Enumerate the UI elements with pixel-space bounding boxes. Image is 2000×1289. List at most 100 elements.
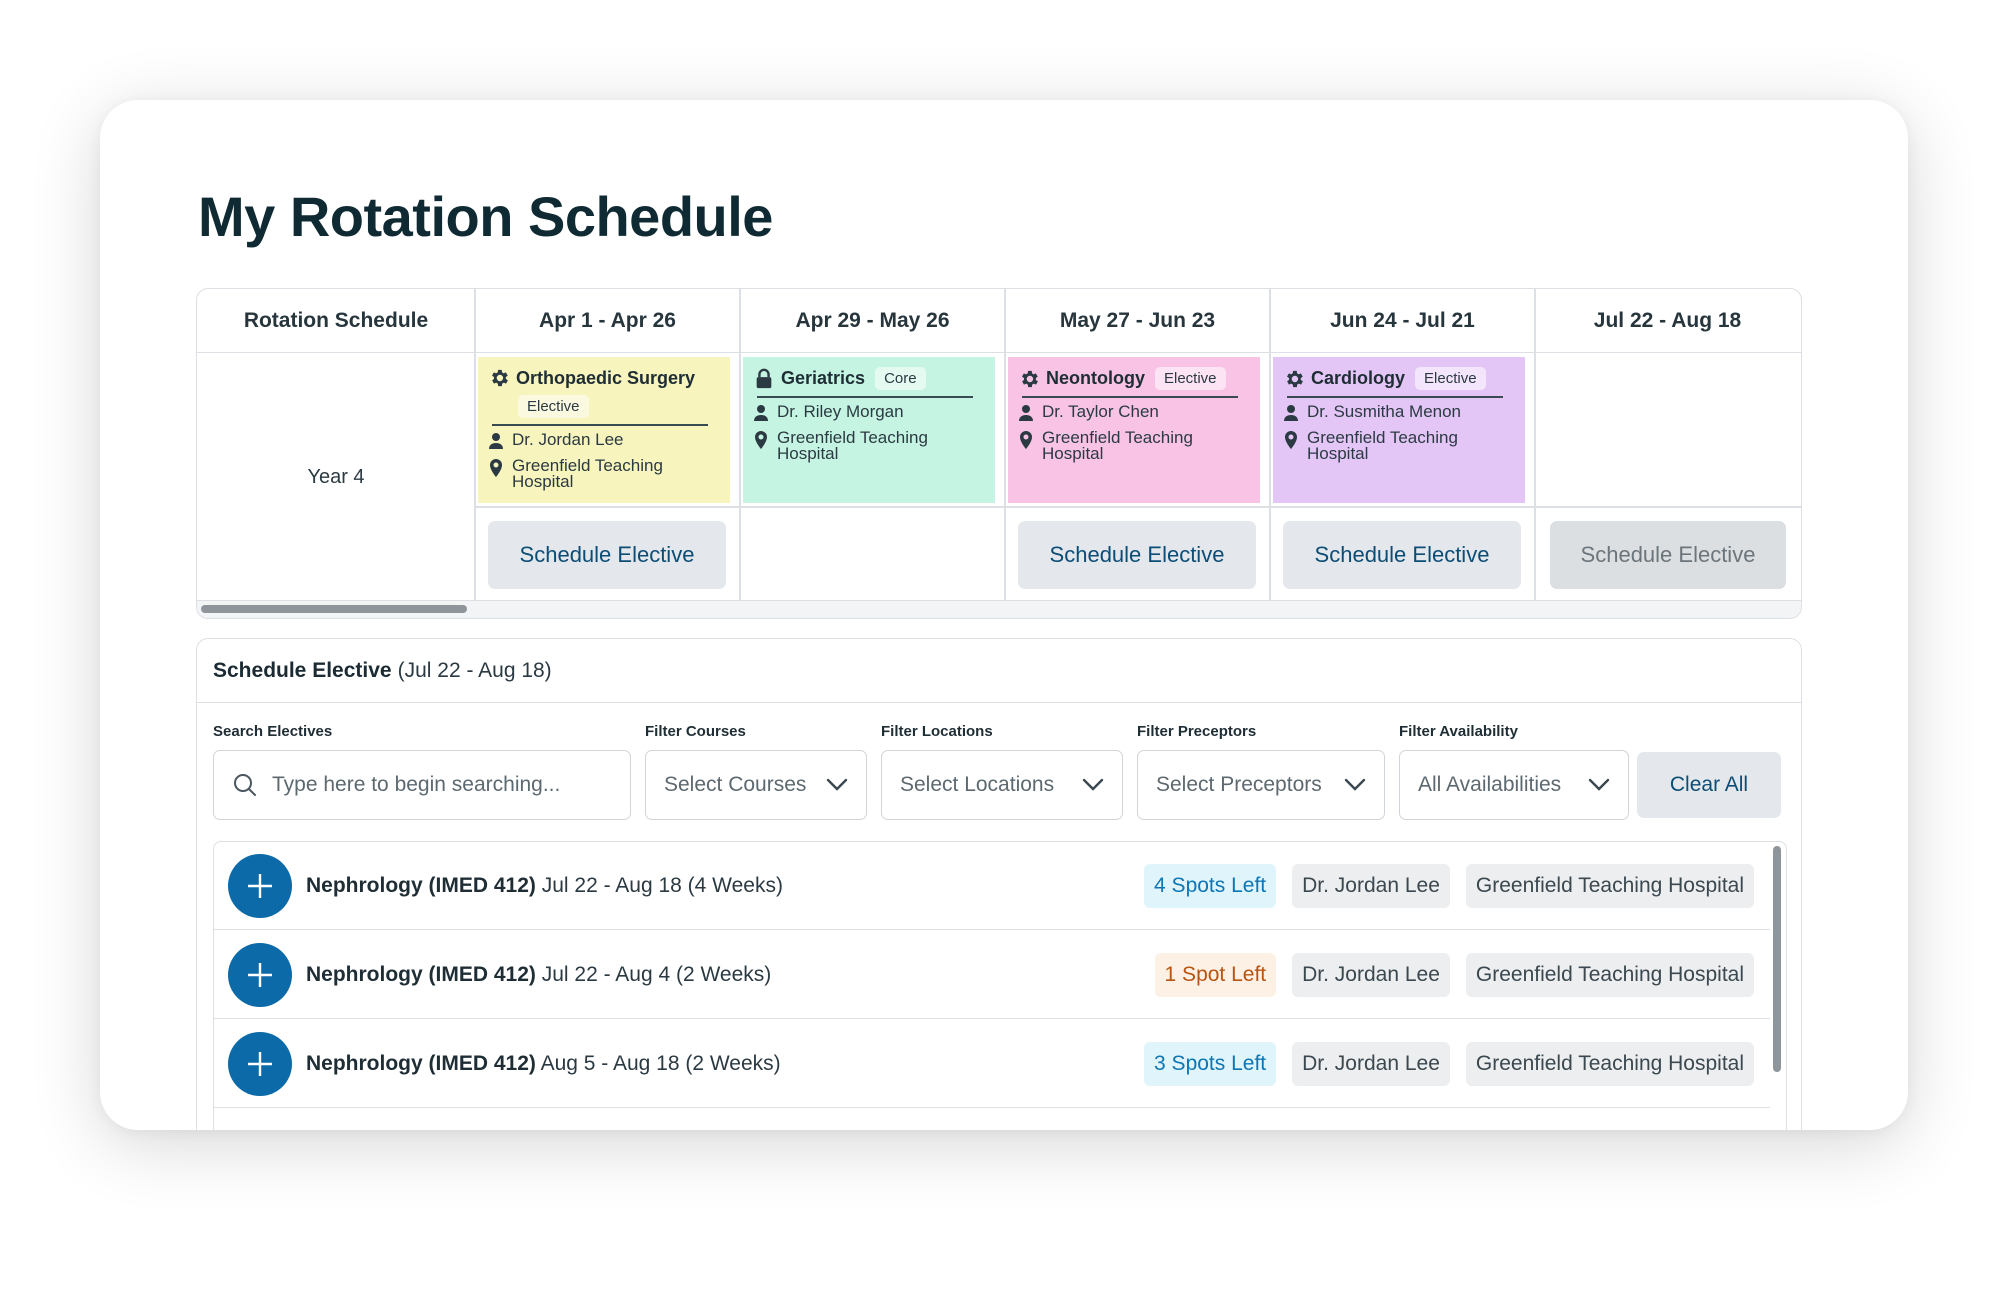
rotation-name: Cardiology [1311,368,1406,388]
horizontal-scrollbar[interactable] [197,600,1801,618]
person-icon [753,404,769,422]
filter-courses-value: Select Courses [664,773,807,796]
filter-preceptors-label: Filter Preceptors [1137,723,1257,740]
location-chip: Greenfield Teaching Hospital [1465,1041,1754,1086]
filter-preceptors-select[interactable]: Select Preceptors [1137,750,1385,820]
schedule-elective-button-period-3[interactable]: Schedule Elective [1018,521,1256,589]
header-period-2: Apr 29 - May 26 [795,309,950,332]
location-line: Hospital [512,471,574,491]
lock-icon [753,368,775,390]
results-scrollbar[interactable] [1773,846,1781,1072]
filter-courses-label: Filter Courses [645,723,746,740]
header-period-5: Jul 22 - Aug 18 [1593,309,1742,332]
location-line: Hospital [777,443,839,463]
header-period-3: May 27 - Jun 23 [1059,309,1216,332]
gear-icon [1018,368,1040,390]
header-rotation-schedule: Rotation Schedule [243,309,429,332]
person-icon [488,432,504,450]
clear-all-button[interactable]: Clear All [1637,752,1781,818]
chevron-down-icon [1344,778,1366,792]
location-pin-icon [488,458,504,477]
filter-availability-select[interactable]: All Availabilities [1399,750,1629,820]
add-elective-button[interactable] [228,942,292,1007]
schedule-elective-button-period-1[interactable]: Schedule Elective [488,521,726,589]
filter-availability-value: All Availabilities [1418,773,1562,796]
block-divider [1287,396,1503,398]
chevron-down-icon [826,778,848,792]
filter-locations-label: Filter Locations [881,723,993,740]
main-card: My Rotation Schedule Rotation Schedule A… [100,100,1908,1130]
spots-badge: 4 Spots Left [1144,863,1277,908]
search-input[interactable] [272,773,592,797]
elective-results-list: Nephrology (IMED 412) Jul 22 - Aug 18 (4… [213,841,1787,1130]
plus-icon [248,1051,272,1076]
list-item: Nephrology (IMED 412) Jul 22 - Aug 18 (4… [214,842,1770,930]
location-pin-icon [1018,430,1034,449]
rotation-schedule-grid: Rotation Schedule Apr 1 - Apr 26 Apr 29 … [196,288,1802,619]
rotation-block-cardiology[interactable]: Cardiology Elective Dr. Susmitha Menon G… [1273,357,1525,503]
divider [1269,289,1271,601]
year-label: Year 4 [307,465,365,488]
schedule-elective-panel: Schedule Elective (Jul 22 - Aug 18) Sear… [196,638,1802,1130]
location-pin-icon [753,430,769,449]
chevron-down-icon [1082,778,1104,792]
preceptor-chip: Dr. Jordan Lee [1292,863,1450,908]
rotation-name: Neontology [1046,368,1145,388]
search-electives-label: Search Electives [213,723,333,740]
add-elective-button[interactable] [228,1031,292,1096]
search-electives-field[interactable] [213,750,631,820]
filter-locations-value: Select Locations [900,773,1055,796]
filter-availability-label: Filter Availability [1399,723,1518,740]
filter-courses-select[interactable]: Select Courses [645,750,867,820]
location-chip: Greenfield Teaching Hospital [1465,863,1754,908]
list-item: Nephrology (IMED 412) Jul 22 - Aug 4 (2 … [214,931,1770,1019]
divider [475,506,1801,508]
schedule-header-row: Rotation Schedule Apr 1 - Apr 26 Apr 29 … [197,289,1801,353]
rotation-tag: Elective [518,395,589,418]
rotation-block-orthopaedic-surgery[interactable]: Orthopaedic Surgery Elective Dr. Jordan … [478,357,730,503]
plus-icon [248,873,272,898]
course-dates: Jul 22 - Aug 4 (2 Weeks) [541,962,772,986]
rotation-name: Orthopaedic Surgery [516,367,696,388]
location-pin-icon [1283,430,1299,449]
location-line: Hospital [1042,443,1104,463]
list-item [214,1109,1770,1130]
location-chip: Greenfield Teaching Hospital [1465,952,1754,997]
add-elective-button[interactable] [228,853,292,918]
block-divider [1022,396,1238,398]
rotation-block-neontology[interactable]: Neontology Elective Dr. Taylor Chen Gree… [1008,357,1260,503]
preceptor-name: Dr. Jordan Lee [512,429,624,449]
rotation-tag: Elective [1415,367,1486,390]
panel-date-range: (Jul 22 - Aug 18) [397,658,552,682]
panel-header: Schedule Elective (Jul 22 - Aug 18) [197,639,1801,703]
filter-locations-select[interactable]: Select Locations [881,750,1123,820]
divider [1004,289,1006,601]
location-line: Hospital [1307,443,1369,463]
course-name: Nephrology (IMED 412) [306,873,536,897]
preceptor-name: Dr. Riley Morgan [777,401,904,421]
course-name: Nephrology (IMED 412) [306,1051,536,1075]
course-dates: Aug 5 - Aug 18 (2 Weeks) [540,1051,781,1075]
block-divider [757,396,973,398]
divider [1534,289,1536,601]
search-icon [232,772,258,798]
schedule-elective-button-period-4[interactable]: Schedule Elective [1283,521,1521,589]
rotation-tag: Core [875,367,926,390]
divider [739,289,741,601]
spots-badge: 1 Spot Left [1154,952,1277,997]
person-icon [1283,404,1299,422]
person-icon [1018,404,1034,422]
scrollbar-thumb[interactable] [201,605,467,613]
spots-badge: 3 Spots Left [1144,1041,1277,1086]
gear-icon [488,367,510,389]
page-title: My Rotation Schedule [198,185,773,248]
gear-icon [1283,368,1305,390]
schedule-elective-button-period-5[interactable]: Schedule Elective [1550,521,1786,589]
preceptor-chip: Dr. Jordan Lee [1292,952,1450,997]
list-item: Nephrology (IMED 412) Aug 5 - Aug 18 (2 … [214,1020,1770,1108]
filter-preceptors-value: Select Preceptors [1156,773,1322,796]
rotation-block-geriatrics[interactable]: Geriatrics Core Dr. Riley Morgan Greenfi… [743,357,995,503]
header-period-4: Jun 24 - Jul 21 [1330,309,1475,332]
course-name: Nephrology (IMED 412) [306,962,536,986]
preceptor-name: Dr. Susmitha Menon [1307,401,1462,421]
